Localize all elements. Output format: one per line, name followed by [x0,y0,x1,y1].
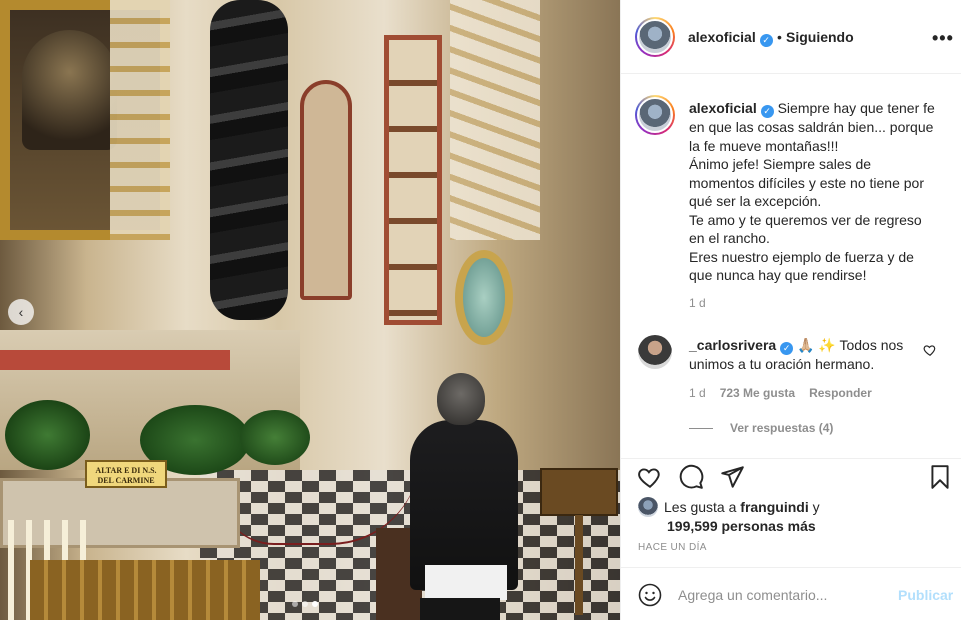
altar-frieze [0,350,230,370]
post-side-panel: alexoficial ✓ • Siguiendo ••• alexoficial… [620,0,961,620]
potted-plant [5,400,90,470]
carousel-prev-button[interactable]: ‹ [8,299,34,325]
caption-author-avatar[interactable] [635,95,675,135]
chevron-left-icon: ‹ [18,304,24,320]
publish-button[interactable]: Publicar [898,587,953,603]
caption-line: Te amo y te queremos ver de regreso [689,211,922,228]
caption-line: Ánimo jefe! Siempre sales de [689,156,872,172]
person-shirt [425,565,507,600]
separator-dot: • [777,29,782,45]
likes-summary: Les gusta a franguindi y 199,599 persona… [638,497,820,536]
like-heart-icon[interactable] [637,464,663,490]
caption-timestamp[interactable]: 1 d [689,296,706,310]
comment-body: Todos nos [839,337,904,353]
commenter-avatar[interactable] [638,335,672,369]
comment-timestamp[interactable]: 1 d [689,386,706,400]
caption-line: qué ser la excepción. [689,193,822,209]
more-options-icon[interactable]: ••• [932,28,954,49]
likes-prefix: Les gusta a [664,499,737,515]
comment-bubble-icon[interactable] [678,464,704,490]
action-bar [621,458,961,494]
comment-text: _carlosrivera ✓ 🙏🏼 ✨ Todos nos unimos a t… [689,336,924,374]
baroque-ornament [450,0,540,240]
caption-line: Eres nuestro ejemplo de fuerza y de [689,248,914,265]
view-replies-label[interactable]: Ver respuestas (4) [730,421,833,435]
comment-emojis: 🙏🏼 ✨ [797,337,836,353]
person-head [437,373,485,425]
reply-button[interactable]: Responder [809,386,872,400]
like-comment-heart-icon[interactable] [923,343,937,357]
caption-line: la fe mueve montañas!!! [689,137,839,154]
verified-badge-icon: ✓ [759,34,773,47]
marble-panel [300,80,352,300]
comment-composer: Publicar [621,567,961,620]
username-text[interactable]: alexoficial [688,29,756,45]
carousel-dot-active [312,601,318,607]
replies-divider [689,427,713,429]
oval-cartouche [455,250,513,345]
likes-count[interactable]: 199,599 personas más [638,517,820,536]
votive-candle-box [30,560,260,620]
potted-plant [240,410,310,465]
carousel-dot [292,601,298,607]
caption-line: que nunca hay que rendirse! [689,267,867,283]
comment-input[interactable] [678,583,888,607]
person-legs [420,598,500,620]
caption-line: Siempre hay que tener fe [777,100,935,116]
altar-plate: ALTAR E DI N.S. DEL CARMINE [85,460,167,488]
commenter-username[interactable]: _carlosrivera [689,337,776,353]
carousel-dot [302,601,308,607]
post-header: alexoficial ✓ • Siguiendo ••• [621,0,961,74]
post-timestamp[interactable]: HACE UN DÍA [638,542,707,553]
liker-avatar[interactable] [638,497,658,517]
likes-conjunction: y [812,499,820,515]
comment-body-line2: unimos a tu oración hermano. [689,356,875,372]
caption-line: momentos difíciles y este no tiene por [689,174,925,191]
liker-username[interactable]: franguindi [740,499,808,515]
virgin-statue [22,30,117,150]
carousel-indicator [292,601,318,607]
following-button[interactable]: Siguiendo [786,29,854,45]
candle-stand-pole [575,515,583,615]
share-paper-plane-icon[interactable] [719,464,745,490]
save-bookmark-icon[interactable] [927,464,953,490]
gilded-ornament [110,0,170,240]
caption-username[interactable]: alexoficial [689,100,757,116]
caption-line: en que las cosas saldrán bien... porque [689,119,934,135]
caption-text: alexoficial ✓ Siempre hay que tener fe en… [689,99,951,285]
view-replies-button[interactable]: Ver respuestas (4) [689,421,833,435]
marble-panel [384,35,442,325]
verified-badge-icon: ✓ [760,105,774,118]
post-photo[interactable]: ALTAR E DI N.S. DEL CARMINE ‹ [0,0,620,620]
comment-meta: 1 d 723 Me gusta Responder [689,386,872,400]
comment-likes[interactable]: 723 Me gusta [720,386,795,400]
verified-badge-icon: ✓ [780,342,794,355]
candle-stand [540,468,618,516]
emoji-smiley-icon[interactable] [638,583,662,607]
caption-line: en el rancho. [689,230,770,246]
author-avatar[interactable] [635,17,675,57]
black-twisted-column [210,0,288,320]
author-username[interactable]: alexoficial ✓ [688,29,773,47]
